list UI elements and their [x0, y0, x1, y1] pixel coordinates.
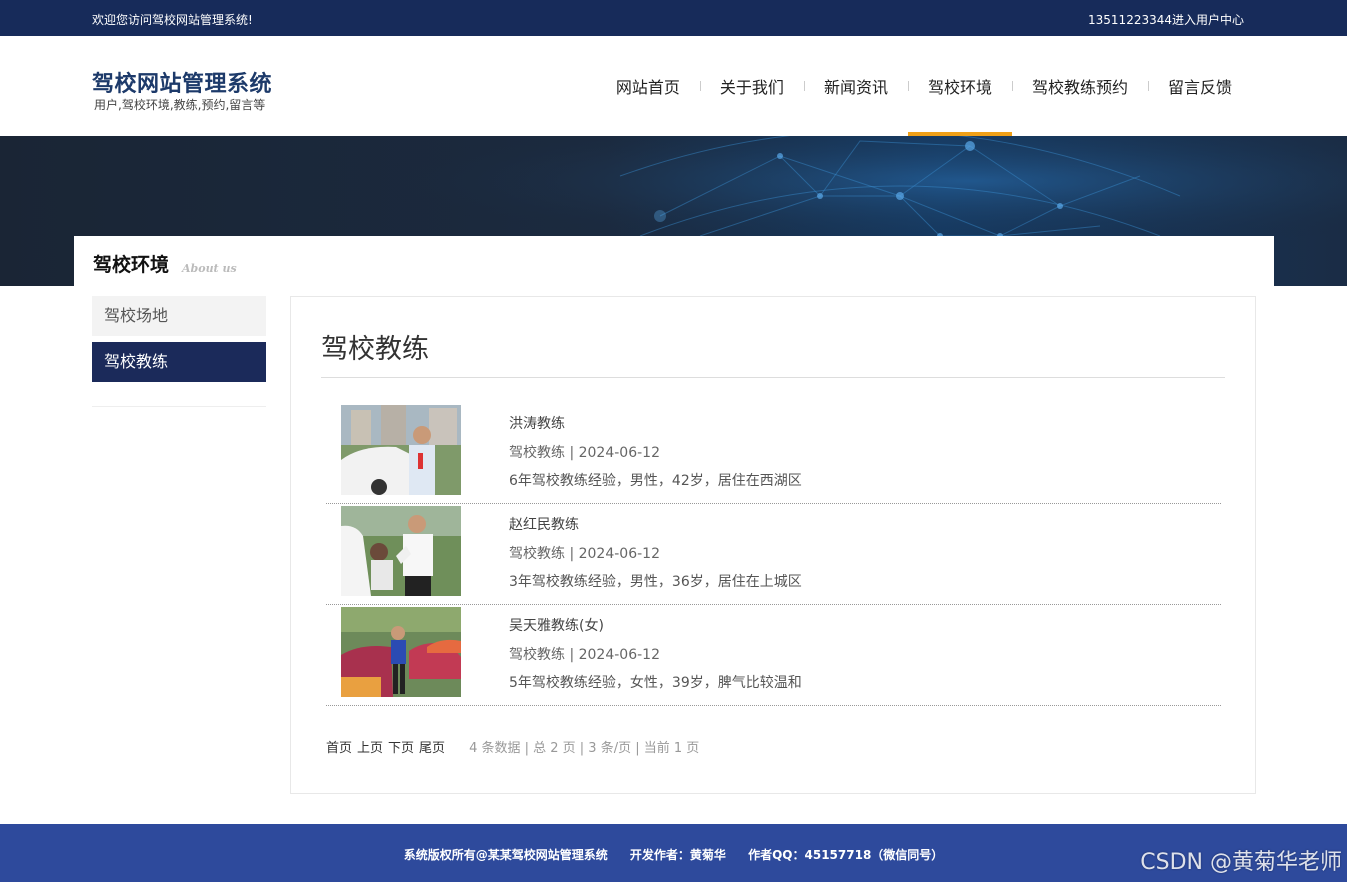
coach-desc: 5年驾校教练经验，女性，39岁，脾气比较温和: [509, 675, 802, 691]
user-center-link[interactable]: 13511223344进入用户中心: [1088, 11, 1244, 28]
sidebar: 驾校场地 驾校教练: [92, 296, 266, 407]
pager-first[interactable]: 首页: [326, 737, 352, 756]
coach-name[interactable]: 赵红民教练: [509, 514, 579, 534]
pager-info: 4 条数据 | 总 2 页 | 3 条/页 | 当前 1 页: [469, 741, 700, 756]
content-panel: 驾校教练 洪涛教练 驾校教练 | 2024-06-12 6年驾校教练经验，男性，…: [290, 296, 1256, 794]
pager-last[interactable]: 尾页: [419, 737, 445, 756]
section-title: 驾校环境: [93, 254, 170, 276]
site-logo-subtitle: 用户,驾校环境,教练,预约,留言等: [94, 98, 266, 112]
sidebar-item-coach[interactable]: 驾校教练: [92, 342, 266, 382]
nav-item-home[interactable]: 网站首页: [596, 36, 700, 136]
coach-desc: 6年驾校教练经验，男性，42岁，居住在西湖区: [509, 473, 802, 489]
coach-photo[interactable]: [341, 405, 461, 495]
coach-meta: 驾校教练 | 2024-06-12: [509, 647, 660, 663]
nav-item-environment[interactable]: 驾校环境: [907, 36, 1012, 136]
list-item[interactable]: 赵红民教练 驾校教练 | 2024-06-12 3年驾校教练经验，男性，36岁，…: [326, 504, 1221, 605]
nav-item-news[interactable]: 新闻资讯: [803, 36, 908, 136]
coach-meta: 驾校教练 | 2024-06-12: [509, 445, 660, 461]
coach-photo[interactable]: [341, 607, 461, 697]
site-header: 驾校网站管理系统 用户,驾校环境,教练,预约,留言等 网站首页 关于我们 新闻资…: [0, 36, 1347, 136]
list-item[interactable]: 吴天雅教练(女) 驾校教练 | 2024-06-12 5年驾校教练经验，女性，3…: [326, 605, 1221, 706]
main-nav: 网站首页 关于我们 新闻资讯 驾校环境 驾校教练预约 留言反馈: [596, 36, 1252, 136]
nav-item-about[interactable]: 关于我们: [699, 36, 804, 136]
footer-qq: 作者QQ：45157718（微信同号）: [748, 848, 944, 862]
sidebar-item-venue[interactable]: 驾校场地: [92, 296, 266, 336]
pager-prev[interactable]: 上页: [357, 737, 383, 756]
coach-photo[interactable]: [341, 506, 461, 596]
top-bar: 欢迎您访问驾校网站管理系统! 13511223344进入用户中心: [0, 0, 1347, 36]
footer-copyright: 系统版权所有@某某驾校网站管理系统: [403, 848, 608, 862]
coach-desc: 3年驾校教练经验，男性，36岁，居住在上城区: [509, 574, 802, 590]
content-title: 驾校教练: [321, 334, 429, 365]
footer-author: 开发作者：黄菊华: [629, 848, 726, 862]
pager-next[interactable]: 下页: [388, 737, 414, 756]
site-logo-title[interactable]: 驾校网站管理系统: [92, 66, 272, 98]
coach-list: 洪涛教练 驾校教练 | 2024-06-12 6年驾校教练经验，男性，42岁，居…: [326, 403, 1221, 706]
nav-item-feedback[interactable]: 留言反馈: [1147, 36, 1252, 136]
section-title-box: 驾校环境 About us: [74, 236, 1274, 286]
pagination: 首页 上页 下页 尾页 4 条数据 | 总 2 页 | 3 条/页 | 当前 1…: [326, 737, 699, 756]
welcome-text: 欢迎您访问驾校网站管理系统!: [92, 13, 253, 27]
csdn-watermark: CSDN @黄菊华老师: [1140, 850, 1342, 875]
coach-meta: 驾校教练 | 2024-06-12: [509, 546, 660, 562]
list-item[interactable]: 洪涛教练 驾校教练 | 2024-06-12 6年驾校教练经验，男性，42岁，居…: [326, 403, 1221, 504]
coach-name[interactable]: 洪涛教练: [509, 413, 565, 433]
coach-name[interactable]: 吴天雅教练(女): [509, 615, 604, 635]
section-subtitle-en: About us: [182, 262, 237, 275]
content-divider: [321, 377, 1225, 378]
sidebar-divider: [92, 406, 266, 407]
nav-item-coach-booking[interactable]: 驾校教练预约: [1011, 36, 1148, 136]
